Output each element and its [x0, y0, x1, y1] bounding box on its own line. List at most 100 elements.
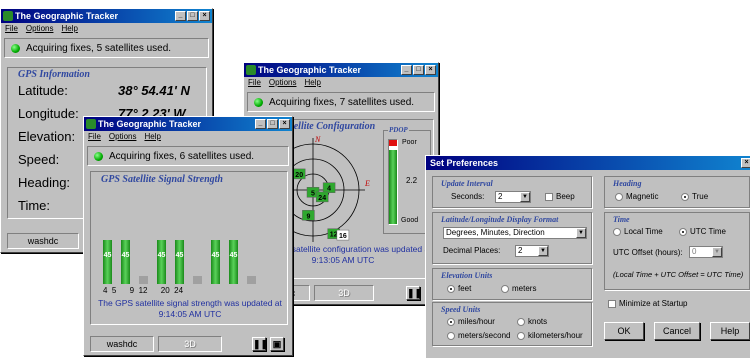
title-bar[interactable]: The Geographic Tracker _ □ × — [1, 9, 212, 23]
close-button[interactable]: × — [741, 158, 750, 168]
signal-bar-label: 45 — [103, 252, 112, 259]
satellite-id: 24 — [318, 195, 326, 202]
signal-bar-label: 45 — [121, 252, 130, 259]
maximize-button[interactable]: □ — [413, 65, 424, 75]
menu-options[interactable]: Options — [26, 23, 54, 35]
satellite-marker: 16 — [336, 229, 350, 241]
signal-bar-label: 45 — [157, 252, 166, 259]
signal-bar: 45 — [211, 240, 220, 284]
ok-button[interactable]: OK — [604, 322, 644, 340]
menu-file[interactable]: File — [5, 23, 18, 35]
minimize-startup-checkbox[interactable]: Minimize at Startup — [608, 299, 687, 308]
close-button[interactable]: × — [199, 11, 210, 21]
status-text: Acquiring fixes, 5 satellites used. — [26, 42, 172, 54]
satellite-id: 5 — [311, 190, 315, 197]
kph-radio[interactable]: kilometers/hour — [517, 331, 583, 340]
menu-help[interactable]: Help — [61, 23, 77, 35]
close-button[interactable]: × — [425, 65, 436, 75]
seconds-select[interactable]: 2 ▼ — [495, 191, 531, 203]
time-group: Time Local Time UTC Time UTC Offset (hou… — [604, 212, 750, 290]
pause-button[interactable]: ❚❚ — [406, 286, 423, 300]
panel-title: GPS Satellite Signal Strength — [101, 174, 223, 185]
mps-radio[interactable]: meters/second — [447, 331, 510, 340]
format-select[interactable]: Degrees, Minutes, Direction ▼ — [443, 227, 587, 239]
utc-time-radio[interactable]: UTC Time — [679, 227, 726, 236]
elevation-label: Elevation: — [18, 129, 76, 144]
longitude-label: Longitude: — [18, 106, 79, 121]
status-led-icon — [11, 43, 20, 53]
window-title: The Geographic Tracker — [258, 65, 362, 75]
seconds-label: Seconds: — [451, 192, 485, 201]
utc-offset-select[interactable]: 0 ▼ — [689, 246, 723, 258]
signal-bar: 45 — [103, 240, 112, 284]
signal-bar — [139, 276, 148, 284]
chevron-down-icon: ▼ — [538, 246, 548, 256]
decimal-places-select[interactable]: 2 ▼ — [515, 245, 549, 257]
local-time-radio[interactable]: Local Time — [613, 227, 663, 236]
chevron-down-icon: ▼ — [520, 192, 530, 202]
camera-icon: ▣ — [272, 339, 282, 349]
latitude-label: Latitude: — [18, 83, 68, 98]
window-title: The Geographic Tracker — [98, 119, 202, 129]
close-button[interactable]: × — [279, 119, 290, 129]
heading-true-radio[interactable]: True — [681, 192, 708, 201]
pause-icon: ❚❚ — [253, 339, 269, 349]
snapshot-button[interactable]: ▣ — [270, 337, 284, 351]
fix-mode-field: 3D — [158, 336, 222, 352]
menu-help[interactable]: Help — [304, 77, 320, 89]
maximize-button[interactable]: □ — [267, 119, 278, 129]
menu-file[interactable]: File — [88, 131, 101, 143]
maximize-button[interactable]: □ — [187, 11, 198, 21]
pause-button[interactable]: ❚❚ — [252, 337, 269, 351]
menu-bar: File Options Help — [1, 23, 212, 35]
signal-strength-panel: GPS Satellite Signal Strength 45 45 45 45 45… — [90, 171, 288, 325]
pdop-level-bar — [389, 150, 397, 224]
latitude-value: 38° 54.41' N — [118, 83, 190, 98]
minimize-button[interactable]: _ — [255, 119, 266, 129]
app-icon — [3, 11, 13, 21]
minimize-button[interactable]: _ — [175, 11, 186, 21]
feet-radio[interactable]: feet — [447, 284, 471, 293]
signal-bar-label: 45 — [175, 252, 184, 259]
title-bar[interactable]: The Geographic Tracker _ □ × — [244, 63, 438, 77]
heading-group: Heading Magnetic True — [604, 176, 750, 208]
group-title: Update Interval — [441, 179, 493, 188]
group-title: Heading — [613, 179, 642, 188]
menu-options[interactable]: Options — [109, 131, 137, 143]
satellite-id: 12 — [330, 232, 338, 239]
satellite-marker: 24 — [315, 191, 329, 203]
title-bar[interactable]: The Geographic Tracker _ □ × — [84, 117, 292, 131]
location-field: washdc — [7, 233, 79, 249]
signal-bar-label: 45 — [211, 252, 220, 259]
pdop-meter — [388, 139, 398, 225]
signal-bar — [193, 276, 202, 284]
pdop-value: 2.2 — [406, 176, 418, 185]
meters-radio[interactable]: meters — [501, 284, 536, 293]
beep-checkbox[interactable]: Beep — [545, 192, 575, 201]
menu-help[interactable]: Help — [144, 131, 160, 143]
knots-radio[interactable]: knots — [517, 317, 547, 326]
latlon-format-group: Latitude/Longitude Display Format Degree… — [432, 212, 592, 264]
group-title: Latitude/Longitude Display Format — [441, 215, 559, 224]
menu-file[interactable]: File — [248, 77, 261, 89]
heading-row: Heading: — [18, 175, 70, 190]
cancel-button[interactable]: Cancel — [654, 322, 700, 340]
decimal-places-label: Decimal Places: — [443, 246, 501, 255]
heading-magnetic-radio[interactable]: Magnetic — [615, 192, 658, 201]
app-icon — [86, 119, 96, 129]
title-bar[interactable]: Set Preferences × — [426, 156, 750, 170]
latitude-row: Latitude: 38° 54.41' N — [18, 83, 190, 98]
signal-bar: 45 — [157, 240, 166, 284]
pause-icon: ❚❚ — [407, 288, 423, 298]
chevron-down-icon: ▼ — [712, 247, 722, 257]
compass-north: N — [314, 135, 321, 144]
help-button[interactable]: Help — [710, 322, 750, 340]
status-text: Acquiring fixes, 7 satellites used. — [269, 96, 415, 108]
speed-label: Speed: — [18, 152, 60, 167]
tracker-window-signal: The Geographic Tracker _ □ × File Option… — [83, 116, 293, 356]
mph-radio[interactable]: miles/hour — [447, 317, 495, 326]
status-text: Acquiring fixes, 6 satellites used. — [109, 150, 255, 162]
menu-options[interactable]: Options — [269, 77, 297, 89]
satellite-id: 20 — [295, 172, 303, 179]
minimize-button[interactable]: _ — [401, 65, 412, 75]
